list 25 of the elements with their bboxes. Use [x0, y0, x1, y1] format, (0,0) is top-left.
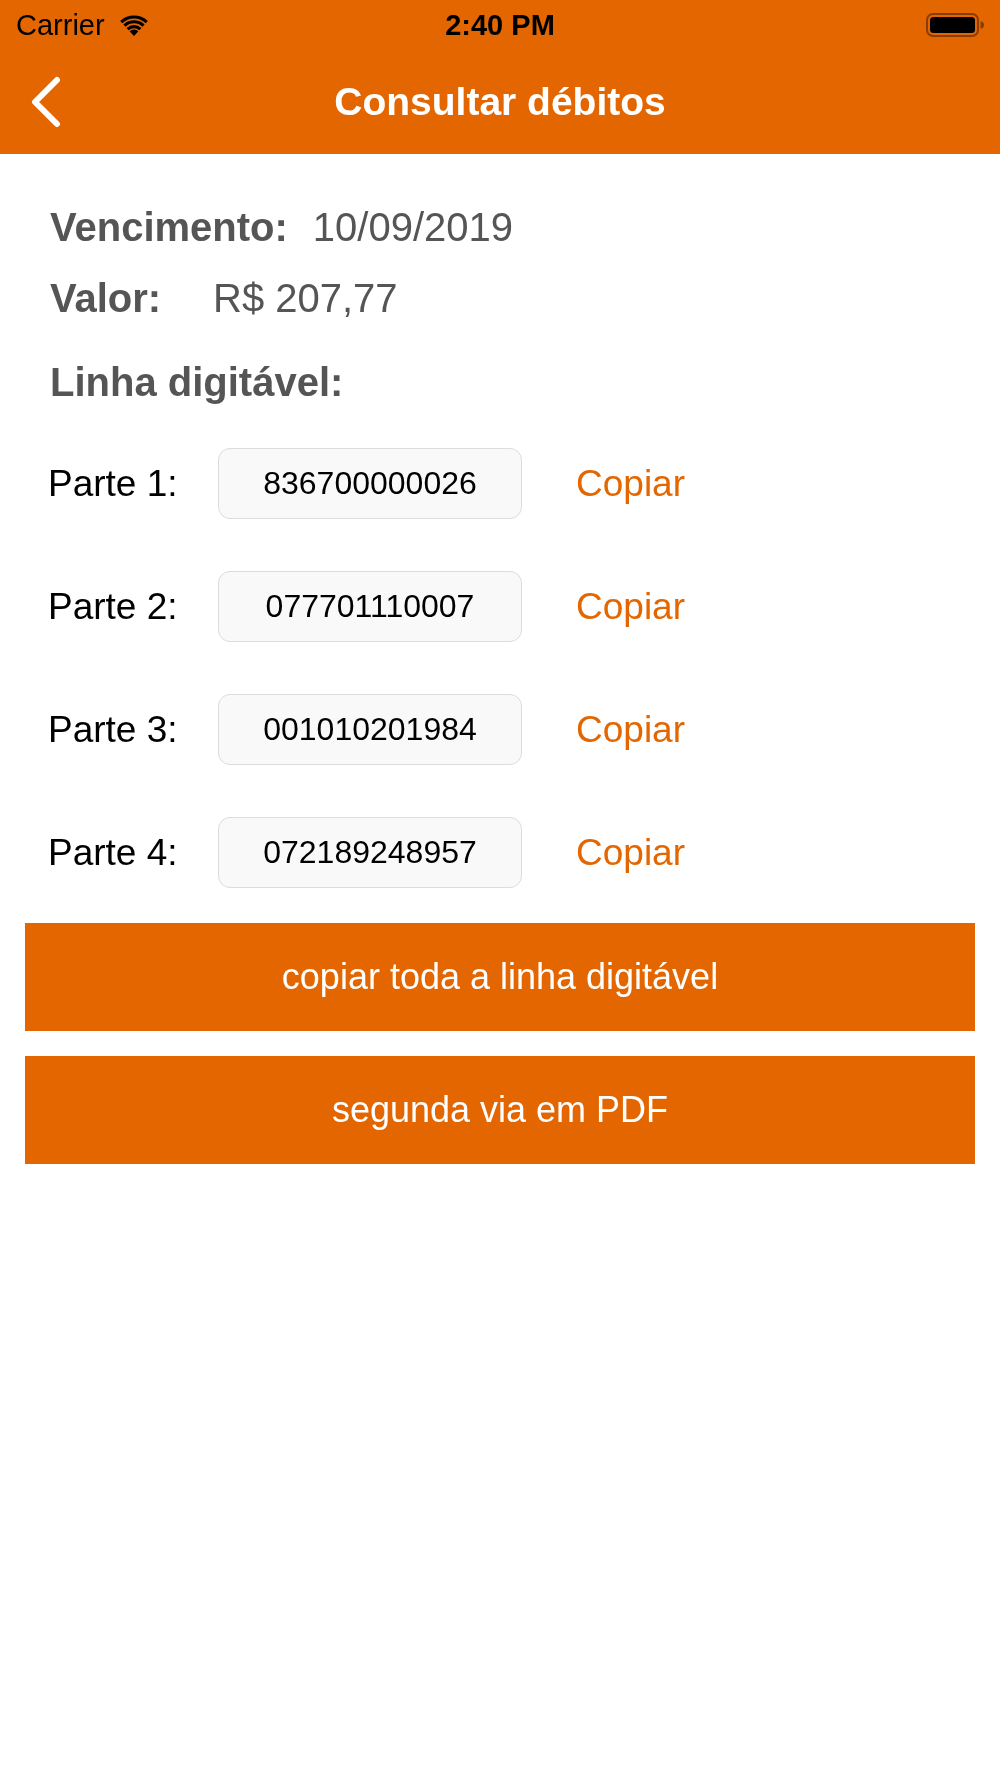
part-label: Parte 3:	[48, 708, 179, 751]
part-label: Parte 4:	[48, 831, 179, 874]
code-field[interactable]: 836700000026	[218, 448, 522, 519]
detail-label: Valor:	[50, 275, 163, 321]
code-field[interactable]: 001010201984	[218, 694, 522, 765]
copy-link[interactable]: Copiar	[576, 831, 685, 874]
action-button[interactable]: segunda via em PDF	[25, 1056, 975, 1164]
screen-title: Consultar débitos	[334, 80, 666, 123]
section-heading: Linha digitável:	[50, 359, 344, 406]
copy-link[interactable]: Copiar	[576, 585, 685, 628]
carrier-label: Carrier	[16, 8, 105, 42]
code-field[interactable]: 077701110007	[218, 571, 522, 642]
code-field[interactable]: 072189248957	[218, 817, 522, 888]
detail-label: Vencimento:	[50, 204, 288, 250]
status-time: 2:40 PM	[445, 8, 555, 41]
part-label: Parte 1:	[48, 462, 179, 505]
part-label: Parte 2:	[48, 585, 179, 628]
back-icon[interactable]	[30, 76, 62, 128]
detail-value: 10/09/2019	[312, 204, 514, 250]
wifi-icon	[118, 14, 149, 36]
action-button[interactable]: copiar toda a linha digitável	[25, 923, 975, 1031]
battery-icon	[926, 13, 984, 37]
copy-link[interactable]: Copiar	[576, 708, 685, 751]
detail-value: R$ 207,77	[213, 275, 398, 321]
copy-link[interactable]: Copiar	[576, 462, 685, 505]
